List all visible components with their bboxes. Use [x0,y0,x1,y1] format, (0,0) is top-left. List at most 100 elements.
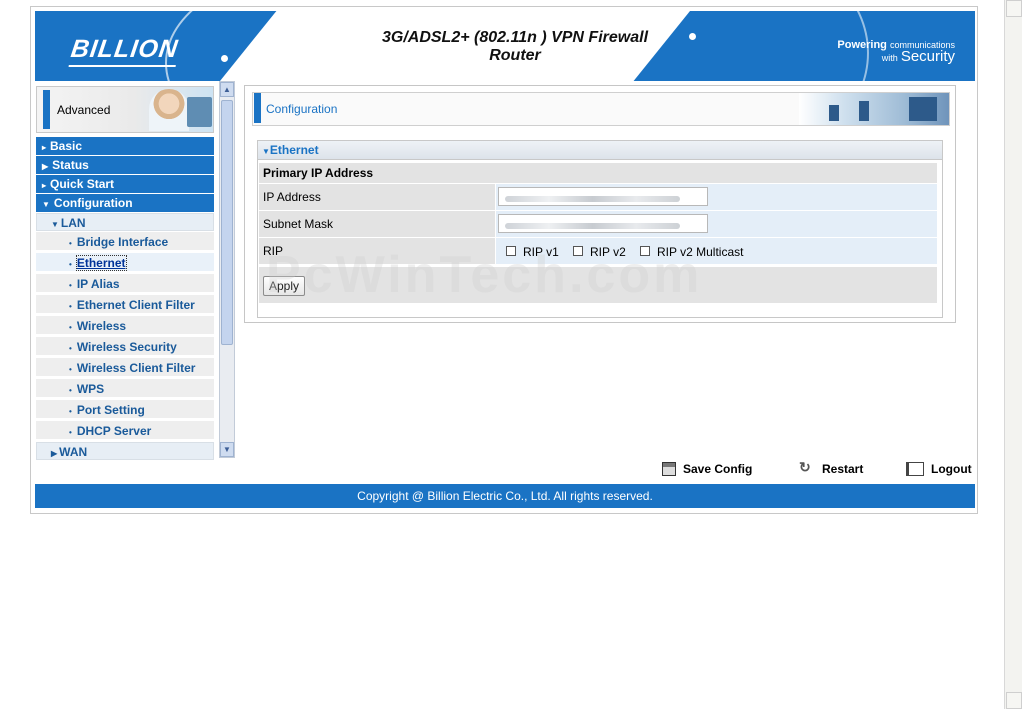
arrow-right-icon: ▶ [51,449,58,458]
menu-label: Quick Start [50,177,115,191]
billion-logo: BILLION [69,35,181,63]
section-title: Configuration [266,102,338,116]
bullet-icon: • [69,239,72,248]
menu-label: Wireless Client Filter [76,361,196,375]
tagline-word: Security [900,48,955,65]
save-config-button[interactable]: Save Config [662,462,752,476]
menu-label: Wireless Security [76,340,177,354]
title-line: Router [489,47,541,64]
title-line: 3G/ADSL2+ (802.11n ) VPN Firewall [381,29,649,46]
bullet-icon: • [69,428,72,437]
scroll-up-button[interactable]: ▲ [220,82,234,97]
menu-label: Port Setting [76,403,145,417]
ip-address-input[interactable] [498,187,708,206]
monitor-photo [187,97,212,127]
arrow-right-icon: ▸ [42,181,47,190]
accent-bar [254,93,261,123]
menu-status[interactable]: ▶ Status [36,156,214,174]
bullet-icon: • [69,344,72,353]
watermark: PcWinTech.com [266,246,703,304]
menu-label: Ethernet [75,255,127,271]
restart-button[interactable]: Restart [799,459,864,476]
table-row: IP Address [259,184,937,211]
mode-header: Advanced [36,86,214,133]
footer: Copyright @ Billion Electric Co., Ltd. A… [35,484,975,508]
mode-label: Advanced [57,103,111,117]
menu-item-wireless-client-filter[interactable]: • Wireless Client Filter [36,358,214,378]
tagline-word: Powering [837,39,887,51]
menu-label: Configuration [53,196,133,210]
menu-label: LAN [60,216,86,230]
menu-label: Basic [50,139,83,153]
menu-item-dhcp-server[interactable]: • DHCP Server [36,421,214,441]
redacted-value [505,196,680,202]
tagline: Powering communications with Security [837,39,955,64]
menu-label: WPS [76,382,105,396]
subnet-mask-label: Subnet Mask [259,211,495,237]
router-page: BILLION 3G/ADSL2+ (802.11n ) VPN Firewal… [30,6,978,514]
table-row: Primary IP Address [259,163,937,184]
banner-dot [221,55,228,62]
sidebar-menu: ▸ Basic ▶ Status ▸ Quick Start ▼ Configurati… [36,137,214,461]
panel-title: Ethernet [269,143,319,157]
table-row: Subnet Mask [259,211,937,238]
photo-shape [829,105,839,121]
menu-item-port-setting[interactable]: • Port Setting [36,400,214,420]
menu-label: Status [52,158,89,172]
menu-item-wps[interactable]: • WPS [36,379,214,399]
action-label: Logout [931,462,972,476]
subnet-mask-input[interactable] [498,214,708,233]
menu-item-wireless-security[interactable]: • Wireless Security [36,337,214,357]
product-title: 3G/ADSL2+ (802.11n ) VPN Firewall Router [365,29,665,65]
arrow-right-icon: ▸ [42,143,47,152]
woman-photo [149,89,189,131]
save-icon [662,462,676,476]
banner-dot [689,33,696,40]
arrow-down-icon: ▼ [42,200,50,209]
menu-label: DHCP Server [76,424,152,438]
copyright-text: Copyright @ Billion Electric Co., Ltd. A… [357,489,653,503]
scroll-thumb[interactable] [221,100,233,345]
action-label: Restart [822,462,864,476]
arrow-down-icon: ▼ [51,220,59,229]
browser-scrollbar[interactable] [1004,0,1022,709]
bullet-icon: • [69,302,72,311]
scroll-down-button[interactable] [1006,692,1022,709]
logout-icon [906,462,924,476]
menu-label: IP Alias [76,277,120,291]
scroll-down-button[interactable]: ▼ [220,442,234,457]
office-photo [799,93,949,125]
menu-wan[interactable]: ▶ WAN [36,442,214,460]
bullet-icon: • [69,260,72,269]
menu-basic[interactable]: ▸ Basic [36,137,214,155]
menu-item-ethernet[interactable]: • Ethernet [36,253,214,273]
sidebar-scrollbar[interactable]: ▲ ▼ [219,81,235,458]
header-banner: BILLION 3G/ADSL2+ (802.11n ) VPN Firewal… [35,11,975,81]
menu-item-ip-alias[interactable]: • IP Alias [36,274,214,294]
bullet-icon: • [69,407,72,416]
bullet-icon: • [69,365,72,374]
menu-lan[interactable]: ▼ LAN [36,213,214,231]
menu-item-ethernet-client-filter[interactable]: • Ethernet Client Filter [36,295,214,315]
subnet-mask-cell [496,211,937,237]
scroll-up-button[interactable] [1006,0,1022,17]
logout-button[interactable]: Logout [906,462,972,476]
bullet-icon: • [69,386,72,395]
restart-icon [799,459,815,476]
menu-label: WAN [59,445,88,459]
menu-label: Wireless [76,319,127,333]
photo-shape [909,97,937,121]
bullet-icon: • [69,281,72,290]
redacted-value [505,223,680,229]
ethernet-panel-header[interactable]: ▼Ethernet [258,141,942,160]
bullet-icon: • [69,323,72,332]
arrow-down-icon: ▼ [262,147,270,156]
menu-configuration[interactable]: ▼ Configuration [36,194,214,212]
action-label: Save Config [683,462,753,476]
menu-quick-start[interactable]: ▸ Quick Start [36,175,214,193]
menu-item-wireless[interactable]: • Wireless [36,316,214,336]
ip-address-cell [496,184,937,210]
accent-bar [43,90,50,129]
menu-item-bridge-interface[interactable]: • Bridge Interface [36,232,214,252]
arrow-right-icon: ▶ [42,162,49,171]
